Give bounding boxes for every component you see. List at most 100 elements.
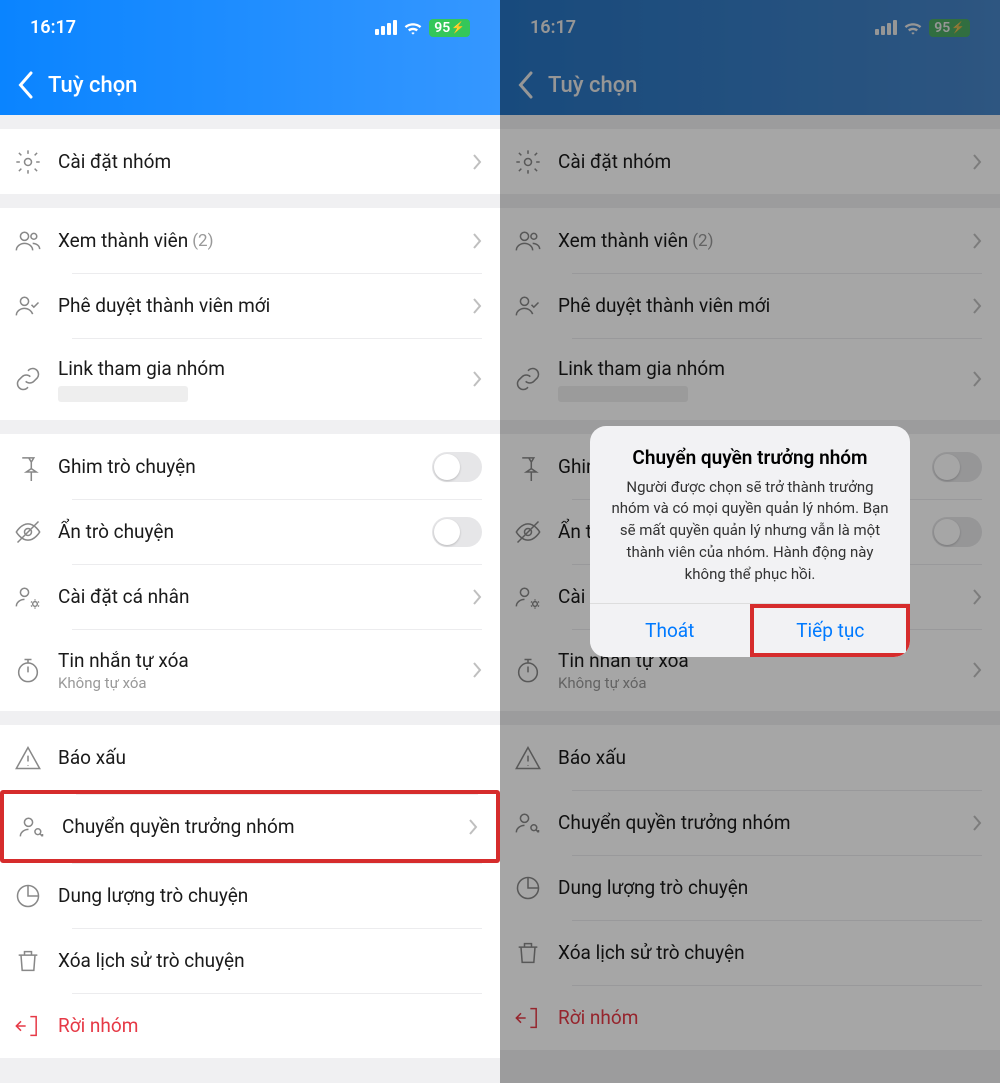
chevron-right-icon <box>972 232 982 250</box>
gear-icon <box>514 148 542 176</box>
warning-icon <box>514 744 542 772</box>
eye-off-icon <box>14 518 42 546</box>
row-label: Xóa lịch sử trò chuyện <box>558 941 982 964</box>
row-label: Link tham gia nhóm <box>58 357 456 380</box>
chevron-right-icon <box>472 232 482 250</box>
row-approve-members[interactable]: Phê duyệt thành viên mới <box>500 273 1000 338</box>
pin-icon <box>14 453 42 481</box>
leave-icon <box>14 1012 42 1040</box>
person-gear-icon <box>514 583 542 611</box>
page-title: Tuỳ chọn <box>548 73 637 98</box>
row-label: Báo xấu <box>558 746 982 769</box>
hide-toggle[interactable] <box>432 517 482 547</box>
row-transfer-ownership[interactable]: Chuyển quyền trưởng nhóm <box>500 790 1000 855</box>
page-title: Tuỳ chọn <box>48 73 137 98</box>
status-time: 16:17 <box>530 17 576 38</box>
chevron-right-icon <box>472 153 482 171</box>
pin-icon <box>514 453 542 481</box>
link-icon <box>514 365 542 393</box>
pin-toggle[interactable] <box>932 452 982 482</box>
status-bar: 16:17 95⚡ <box>0 0 500 55</box>
link-icon <box>14 365 42 393</box>
header: 16:17 95⚡ Tuỳ chọn <box>0 0 500 115</box>
members-count: (2) <box>692 231 713 251</box>
row-label: Chuyển quyền trưởng nhóm <box>62 815 452 838</box>
back-button[interactable] <box>16 70 34 100</box>
row-leave-group[interactable]: Rời nhóm <box>500 985 1000 1050</box>
person-key-icon <box>514 809 542 837</box>
status-bar: 16:17 95⚡ <box>500 0 1000 55</box>
trash-icon <box>514 939 542 967</box>
pin-toggle[interactable] <box>432 452 482 482</box>
person-gear-icon <box>14 583 42 611</box>
row-approve-members[interactable]: Phê duyệt thành viên mới <box>0 273 500 338</box>
phone-right: 16:17 95⚡ Tuỳ chọn Cài đặt nhóm Xem thàn… <box>500 0 1000 1083</box>
row-report[interactable]: Báo xấu <box>0 725 500 790</box>
signal-icon <box>875 20 897 35</box>
dialog-cancel-button[interactable]: Thoát <box>590 604 750 657</box>
row-storage[interactable]: Dung lượng trò chuyện <box>500 855 1000 920</box>
gear-icon <box>14 148 42 176</box>
row-clear-history[interactable]: Xóa lịch sử trò chuyện <box>500 920 1000 985</box>
hide-toggle[interactable] <box>932 517 982 547</box>
chevron-right-icon <box>972 370 982 388</box>
row-auto-delete[interactable]: Tin nhắn tự xóaKhông tự xóa <box>0 629 500 711</box>
timer-icon <box>14 656 42 684</box>
chevron-right-icon <box>972 153 982 171</box>
people-icon <box>514 227 542 255</box>
status-time: 16:17 <box>30 17 76 38</box>
timer-icon <box>514 656 542 684</box>
nav-bar: Tuỳ chọn <box>0 55 500 115</box>
chevron-right-icon <box>972 588 982 606</box>
row-label: Phê duyệt thành viên mới <box>58 294 456 317</box>
members-count: (2) <box>192 231 213 251</box>
person-check-icon <box>514 292 542 320</box>
row-invite-link[interactable]: Link tham gia nhóm <box>500 338 1000 420</box>
chevron-right-icon <box>972 297 982 315</box>
row-label: Báo xấu <box>58 746 482 769</box>
row-group-settings[interactable]: Cài đặt nhóm <box>0 129 500 194</box>
back-button[interactable] <box>516 70 534 100</box>
transfer-confirm-dialog: Chuyển quyền trưởng nhóm Người được chọn… <box>590 426 910 658</box>
row-label: Xem thành viên <box>558 229 688 252</box>
row-pin-chat[interactable]: Ghim trò chuyện <box>0 434 500 499</box>
row-invite-link[interactable]: Link tham gia nhóm <box>0 338 500 420</box>
pie-icon <box>514 874 542 902</box>
eye-off-icon <box>514 518 542 546</box>
leave-icon <box>514 1004 542 1032</box>
row-view-members[interactable]: Xem thành viên(2) <box>500 208 1000 273</box>
status-right: 95⚡ <box>875 19 970 37</box>
row-transfer-ownership[interactable]: Chuyển quyền trưởng nhóm <box>0 790 500 863</box>
row-clear-history[interactable]: Xóa lịch sử trò chuyện <box>0 928 500 993</box>
row-label: Rời nhóm <box>558 1006 982 1029</box>
chevron-right-icon <box>972 661 982 679</box>
person-check-icon <box>14 292 42 320</box>
row-report[interactable]: Báo xấu <box>500 725 1000 790</box>
row-label: Cài đặt cá nhân <box>58 585 456 608</box>
row-view-members[interactable]: Xem thành viên(2) <box>0 208 500 273</box>
wifi-icon <box>403 20 423 36</box>
people-icon <box>14 227 42 255</box>
row-leave-group[interactable]: Rời nhóm <box>0 993 500 1058</box>
row-group-settings[interactable]: Cài đặt nhóm <box>500 129 1000 194</box>
row-hide-chat[interactable]: Ẩn trò chuyện <box>0 499 500 564</box>
row-label: Tin nhắn tự xóa <box>58 649 456 672</box>
dialog-confirm-button[interactable]: Tiếp tục <box>750 604 911 657</box>
row-personal-settings[interactable]: Cài đặt cá nhân <box>0 564 500 629</box>
row-storage[interactable]: Dung lượng trò chuyện <box>0 863 500 928</box>
person-key-icon <box>18 813 46 841</box>
row-label: Xem thành viên <box>58 229 188 252</box>
header: 16:17 95⚡ Tuỳ chọn <box>500 0 1000 115</box>
wifi-icon <box>903 20 923 36</box>
chevron-right-icon <box>472 661 482 679</box>
warning-icon <box>14 744 42 772</box>
row-label: Xóa lịch sử trò chuyện <box>58 949 482 972</box>
row-label: Cài đặt nhóm <box>58 150 456 173</box>
dialog-title: Chuyển quyền trưởng nhóm <box>608 446 892 469</box>
row-label: Ẩn trò chuyện <box>58 520 416 543</box>
phone-left: 16:17 95⚡ Tuỳ chọn Cài đặt nhóm Xem thàn… <box>0 0 500 1083</box>
row-label: Rời nhóm <box>58 1014 482 1037</box>
chevron-right-icon <box>972 814 982 832</box>
row-label: Link tham gia nhóm <box>558 357 956 380</box>
link-masked <box>58 386 188 402</box>
